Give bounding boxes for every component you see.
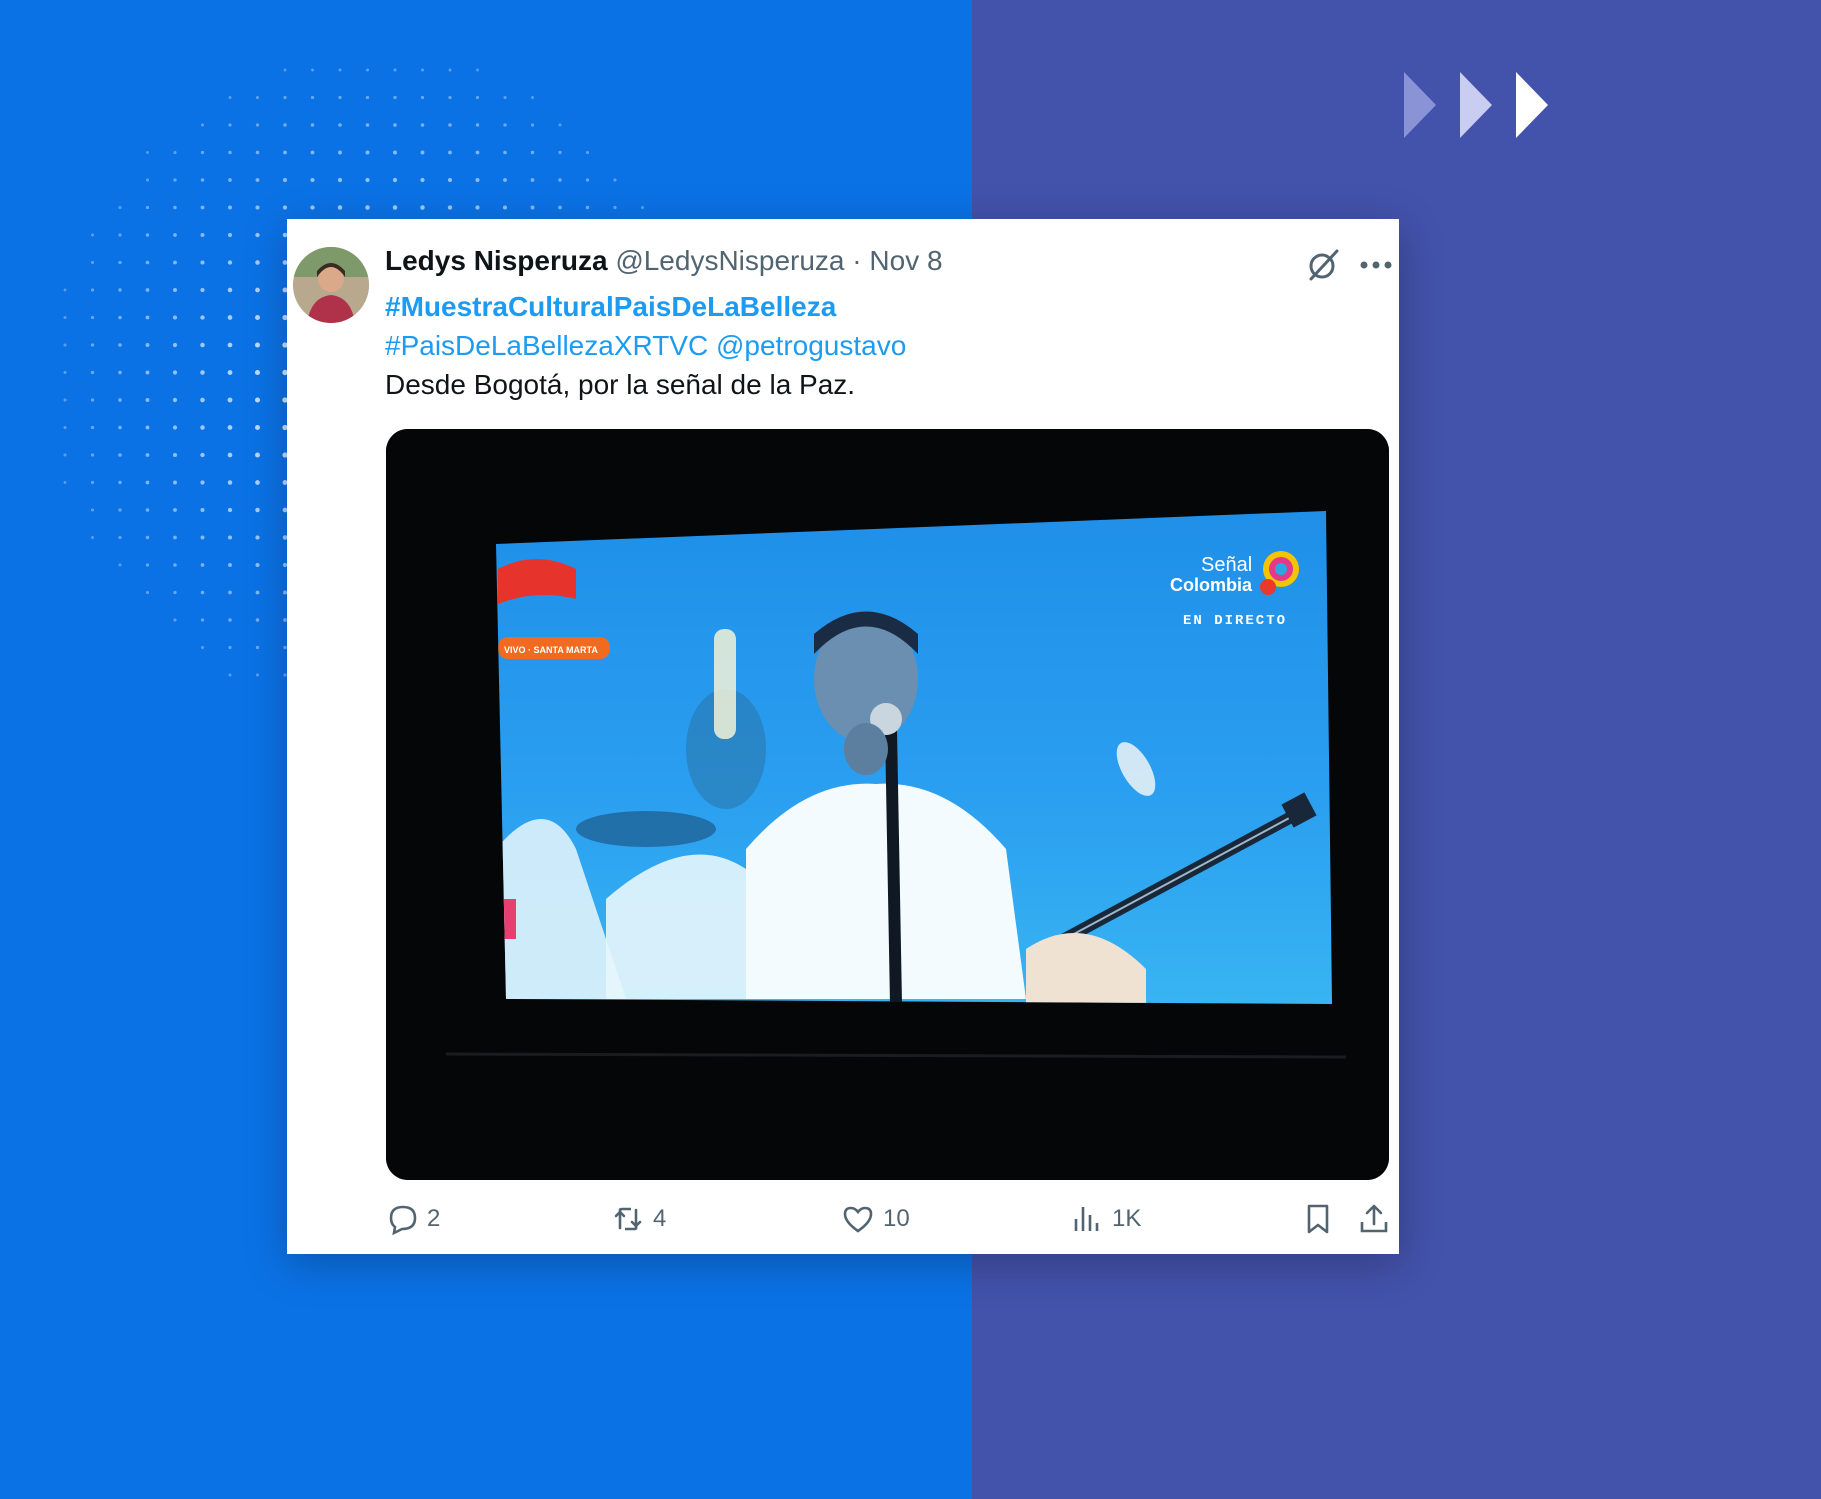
more-options-icon[interactable] <box>1359 259 1393 271</box>
heart-icon <box>843 1206 873 1233</box>
reply-button[interactable]: 2 <box>385 1197 440 1241</box>
share-button[interactable] <box>1357 1197 1399 1241</box>
retweet-icon <box>614 1207 642 1231</box>
channel-name-line2: Colombia <box>1170 575 1253 595</box>
author-handle[interactable]: @LedysNisperuza <box>615 245 844 276</box>
lower-tag: VIVO · SANTA MARTA <box>504 645 598 655</box>
bookmark-icon <box>1307 1204 1329 1234</box>
avatar-photo-icon <box>293 247 369 323</box>
views-chart-icon <box>1074 1207 1099 1231</box>
tweet-media-image[interactable]: Señal Colombia EN DIRECTO VIVO · SANTA M… <box>386 429 1389 1180</box>
hashtag-second[interactable]: #PaisDeLaBellezaXRTVC <box>385 330 708 361</box>
views-count: 1K <box>1112 1205 1142 1232</box>
live-label: EN DIRECTO <box>1183 613 1287 629</box>
share-icon <box>1360 1204 1388 1233</box>
tweet-date[interactable]: Nov 8 <box>869 245 942 276</box>
like-button[interactable]: 10 <box>841 1197 910 1241</box>
author-name[interactable]: Ledys Nisperuza <box>385 245 608 276</box>
mention-link[interactable]: @petrogustavo <box>716 330 906 361</box>
avatar[interactable] <box>293 247 369 323</box>
play-arrows-icon <box>1404 72 1548 138</box>
like-count: 10 <box>883 1205 910 1232</box>
hashtag-main[interactable]: #MuestraCulturalPaisDeLaBelleza <box>385 291 836 323</box>
tv-screen-photo: Señal Colombia EN DIRECTO VIVO · SANTA M… <box>386 429 1389 1180</box>
bookmark-button[interactable] <box>1301 1197 1343 1241</box>
retweet-count: 4 <box>653 1205 667 1232</box>
views-button[interactable]: 1K <box>1070 1197 1141 1241</box>
tweet-header: Ledys Nisperuza @LedysNisperuza · Nov 8 <box>385 245 943 277</box>
reply-icon <box>389 1205 417 1236</box>
tweet-links-line: #PaisDeLaBellezaXRTVC @petrogustavo <box>385 330 906 362</box>
tweet-actions-bar: 2 4 10 1K <box>385 1197 1393 1241</box>
tweet-card[interactable]: Ledys Nisperuza @LedysNisperuza · Nov 8 … <box>287 219 1399 1254</box>
retweet-button[interactable]: 4 <box>611 1197 666 1241</box>
header-separator: · <box>852 245 862 276</box>
tweet-text: Desde Bogotá, por la señal de la Paz. <box>385 369 856 400</box>
grok-icon[interactable] <box>1305 247 1341 283</box>
reply-count: 2 <box>427 1205 441 1232</box>
channel-name-line1: Señal <box>1201 554 1252 576</box>
